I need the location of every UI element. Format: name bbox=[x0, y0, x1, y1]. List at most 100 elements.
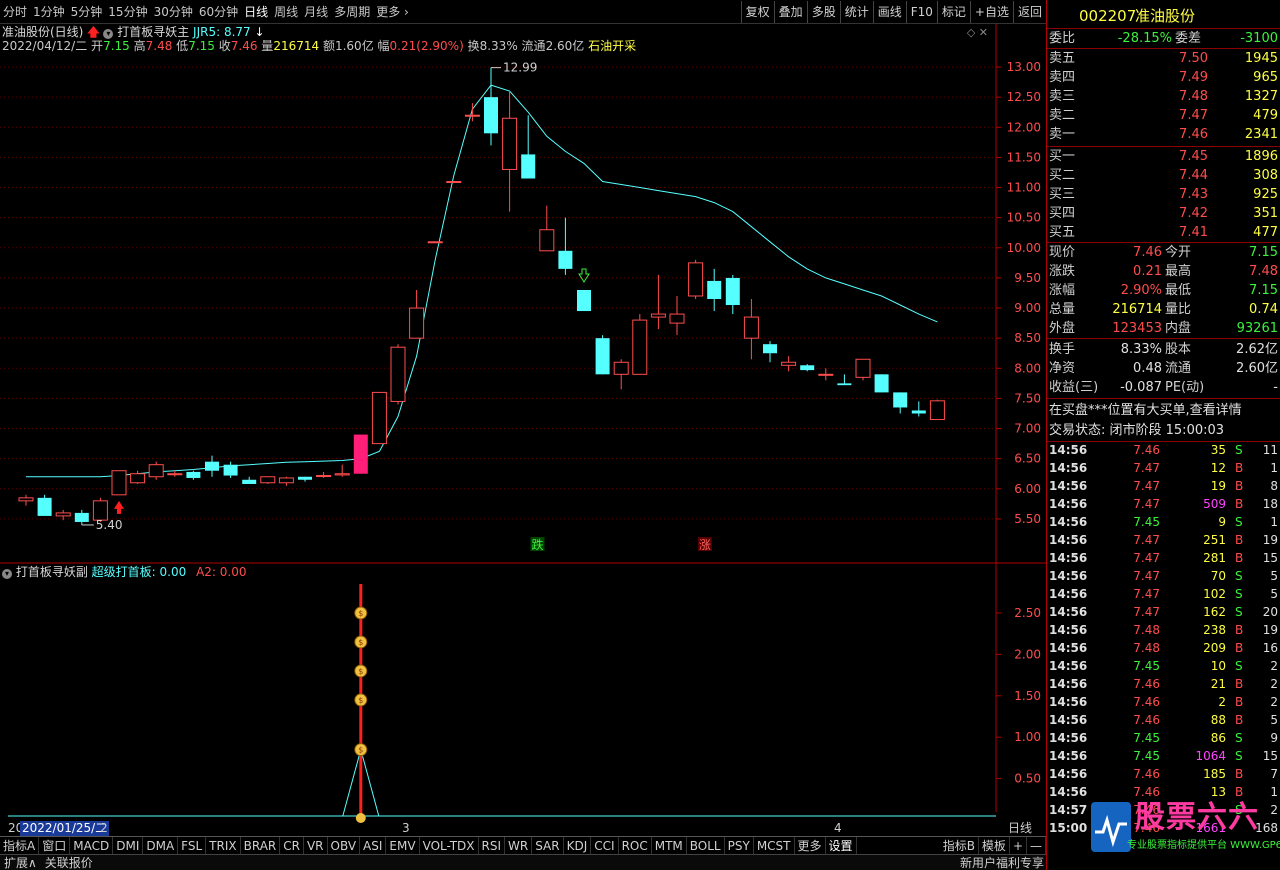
period-tab[interactable]: 60分钟 bbox=[196, 0, 241, 24]
toolbar-button[interactable]: +自选 bbox=[969, 1, 1013, 23]
tick-time: 14:56 bbox=[1049, 749, 1088, 763]
tick-side: S bbox=[1235, 731, 1243, 745]
indicator-tab-right[interactable]: — bbox=[1027, 837, 1046, 855]
indicator-tab[interactable]: OBV bbox=[328, 837, 361, 855]
period-tab[interactable]: 分时 bbox=[0, 0, 30, 24]
y-tick-label: 8.50 bbox=[1014, 331, 1041, 345]
weibi-label: 委比 bbox=[1049, 31, 1076, 46]
money-bag-symbol: $ bbox=[358, 667, 363, 676]
info-chg-label: 幅 bbox=[377, 39, 390, 53]
indicator-tab[interactable]: RSI bbox=[479, 837, 506, 855]
indicator-tab[interactable]: PSY bbox=[725, 837, 754, 855]
toolbar-button[interactable]: 画线 bbox=[872, 1, 906, 23]
toolbar-button[interactable]: F10 bbox=[905, 1, 937, 23]
tick-row: 14:56 7.47 251 B 19 bbox=[1047, 531, 1280, 549]
indicator-tab-right[interactable]: 指标B bbox=[940, 837, 979, 855]
period-tab[interactable]: 30分钟 bbox=[151, 0, 196, 24]
kline-chart-area[interactable]: 12.99 5.40 跌 涨 $ $ $ $ $ 13.00 12.50 12.00 11.50 11… bbox=[0, 24, 1046, 836]
indicator-tab[interactable]: VR bbox=[304, 837, 328, 855]
indicator-tab[interactable]: MTM bbox=[652, 837, 687, 855]
info-low: 7.15 bbox=[188, 39, 215, 53]
period-tab[interactable]: 15分钟 bbox=[105, 0, 150, 24]
tick-row: 14:56 7.48 209 B 16 bbox=[1047, 639, 1280, 657]
sub-indicator-name[interactable]: 打首板寻妖副 bbox=[16, 565, 88, 579]
toolbar-button[interactable]: 返回 bbox=[1012, 1, 1046, 23]
indicator-tab[interactable]: SAR bbox=[532, 837, 564, 855]
watermark-logo-icon bbox=[1091, 802, 1131, 852]
indicator-tab[interactable]: ASI bbox=[360, 837, 387, 855]
stat-label: 外盘 bbox=[1049, 321, 1076, 336]
indicator-tab[interactable]: DMI bbox=[113, 837, 144, 855]
bid-price: 7.45 bbox=[1179, 149, 1208, 164]
indicator-tab[interactable]: 设置 bbox=[826, 837, 857, 855]
stat-row: 外盘 123453 内盘 93261 bbox=[1047, 319, 1280, 338]
tick-price: 7.47 bbox=[1133, 605, 1160, 619]
trade-status: 交易状态: 闭市阶段 15:00:03 bbox=[1047, 421, 1280, 440]
indicator-tab[interactable]: FSL bbox=[178, 837, 207, 855]
fund-label: 股本 bbox=[1165, 342, 1192, 357]
period-toolbar: 分时 1分钟 5分钟 15分钟 30分钟 60分钟 日线 周线 月线 多周期 更多 › 复权 叠加 多股… bbox=[0, 0, 1046, 24]
indicator-tab[interactable]: TRIX bbox=[206, 837, 241, 855]
tick-row: 14:56 7.46 35 S 11 bbox=[1047, 441, 1280, 459]
candle-body bbox=[781, 361, 797, 366]
tick-time: 14:56 bbox=[1049, 713, 1088, 727]
toolbar-button[interactable]: 统计 bbox=[839, 1, 873, 23]
sub-collapse-icon[interactable]: ▾ bbox=[2, 569, 12, 579]
indicator-tab[interactable]: ROC bbox=[619, 837, 652, 855]
indicator-tab[interactable]: 窗口 bbox=[39, 837, 71, 855]
indicator-tab-right[interactable]: 模板 bbox=[979, 837, 1010, 855]
indicator-tab[interactable]: CR bbox=[280, 837, 304, 855]
y-tick-label: 7.50 bbox=[1014, 391, 1041, 405]
indicator-tab[interactable]: MCST bbox=[754, 837, 795, 855]
tick-side: B bbox=[1235, 785, 1244, 799]
period-tab[interactable]: 多周期 bbox=[331, 0, 373, 24]
status-left-item[interactable]: 扩展∧ bbox=[0, 855, 41, 870]
tick-volume: 10 bbox=[1210, 659, 1226, 673]
diamond-icon[interactable]: ◇ ✕ bbox=[967, 26, 988, 39]
indicator-tab[interactable]: KDJ bbox=[564, 837, 592, 855]
period-tab[interactable]: 1分钟 bbox=[30, 0, 68, 24]
candle-body bbox=[669, 313, 685, 324]
indicator-tab[interactable]: MACD bbox=[70, 837, 114, 855]
toolbar-button[interactable]: 标记 bbox=[936, 1, 970, 23]
indicator-tab[interactable]: BRAR bbox=[241, 837, 281, 855]
tick-price: 7.47 bbox=[1133, 497, 1160, 511]
indicator-tab[interactable]: EMV bbox=[386, 837, 420, 855]
indicator-name[interactable]: 打首板寻妖主 bbox=[117, 25, 189, 39]
collapse-icon[interactable]: ▾ bbox=[103, 29, 114, 39]
signal-down-label: 跌 bbox=[531, 537, 543, 552]
info-low-label: 低 bbox=[176, 39, 189, 53]
tick-volume: 209 bbox=[1203, 641, 1226, 655]
indicator-tab[interactable]: WR bbox=[505, 837, 533, 855]
indicator-tab[interactable]: VOL-TDX bbox=[420, 837, 479, 855]
tick-volume: 21 bbox=[1210, 677, 1226, 691]
indicator-tab[interactable]: DMA bbox=[143, 837, 179, 855]
tick-row: 14:56 7.47 102 S 5 bbox=[1047, 585, 1280, 603]
period-tab[interactable]: 月线 bbox=[301, 0, 331, 24]
tick-row: 14:56 7.46 185 B 7 bbox=[1047, 765, 1280, 783]
fund-row: 收益(三) -0.087 PE(动) - bbox=[1047, 378, 1280, 397]
tick-side: B bbox=[1235, 497, 1244, 511]
tick-row: 14:56 7.46 88 B 5 bbox=[1047, 711, 1280, 729]
indicator-tab-right[interactable]: + bbox=[1010, 837, 1027, 855]
tick-volume: 1064 bbox=[1195, 749, 1226, 763]
indicator-tab[interactable]: 更多 bbox=[795, 837, 826, 855]
bid-row: 买四 7.42 351 bbox=[1047, 204, 1280, 223]
indicator-tab[interactable]: 指标A bbox=[0, 837, 40, 855]
toolbar-button[interactable]: 复权 bbox=[740, 1, 774, 23]
tick-row: 14:56 7.48 238 B 19 bbox=[1047, 621, 1280, 639]
status-right-item[interactable]: 新用户福利专享 bbox=[956, 855, 1048, 870]
toolbar-button[interactable]: 叠加 bbox=[773, 1, 807, 23]
period-tab[interactable]: 更多 › bbox=[373, 0, 412, 24]
indicator-tab[interactable]: CCI bbox=[591, 837, 619, 855]
fund-row: 换手 8.33% 股本 2.62亿 bbox=[1047, 340, 1280, 359]
candle-body bbox=[632, 319, 648, 375]
y-tick-label: 6.00 bbox=[1014, 482, 1041, 496]
period-tab[interactable]: 周线 bbox=[271, 0, 301, 24]
period-tab[interactable]: 5分钟 bbox=[68, 0, 106, 24]
status-left-item[interactable]: 关联报价 bbox=[41, 855, 97, 870]
toolbar-button[interactable]: 多股 bbox=[806, 1, 840, 23]
big-order-notice[interactable]: 在买盘***位置有大买单,查看详情 bbox=[1047, 401, 1280, 420]
indicator-tab[interactable]: BOLL bbox=[687, 837, 725, 855]
period-tab[interactable]: 日线 bbox=[241, 0, 271, 24]
